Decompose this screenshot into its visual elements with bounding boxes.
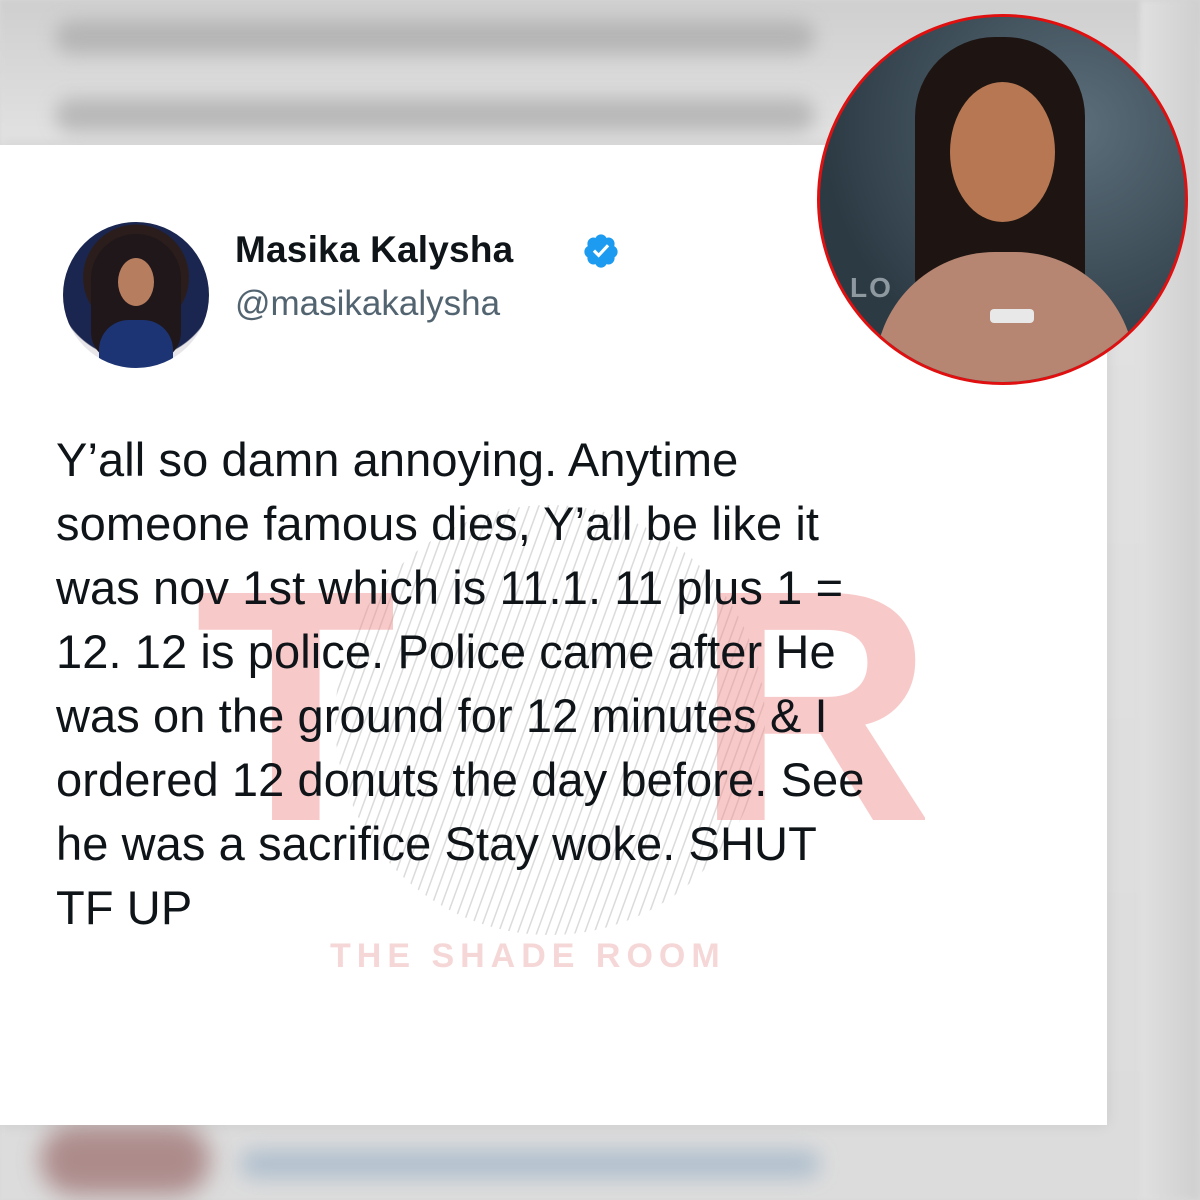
display-name[interactable]: Masika Kalysha xyxy=(235,229,513,271)
tweet-text: Y’all so damn annoying. Anytime someone … xyxy=(56,433,865,934)
user-handle[interactable]: @masikakalysha xyxy=(235,284,500,324)
inset-profile-photo: LO xyxy=(817,14,1188,385)
blurred-background-text-line xyxy=(55,20,815,54)
necklace xyxy=(990,309,1034,323)
blurred-bottom-avatar xyxy=(40,1125,210,1195)
background-sign-text: LO xyxy=(850,272,893,303)
blurred-bottom-reply-text xyxy=(240,1150,820,1178)
verified-badge-icon xyxy=(584,234,618,268)
profile-avatar[interactable] xyxy=(63,222,209,368)
blurred-background-text-line xyxy=(55,98,815,132)
